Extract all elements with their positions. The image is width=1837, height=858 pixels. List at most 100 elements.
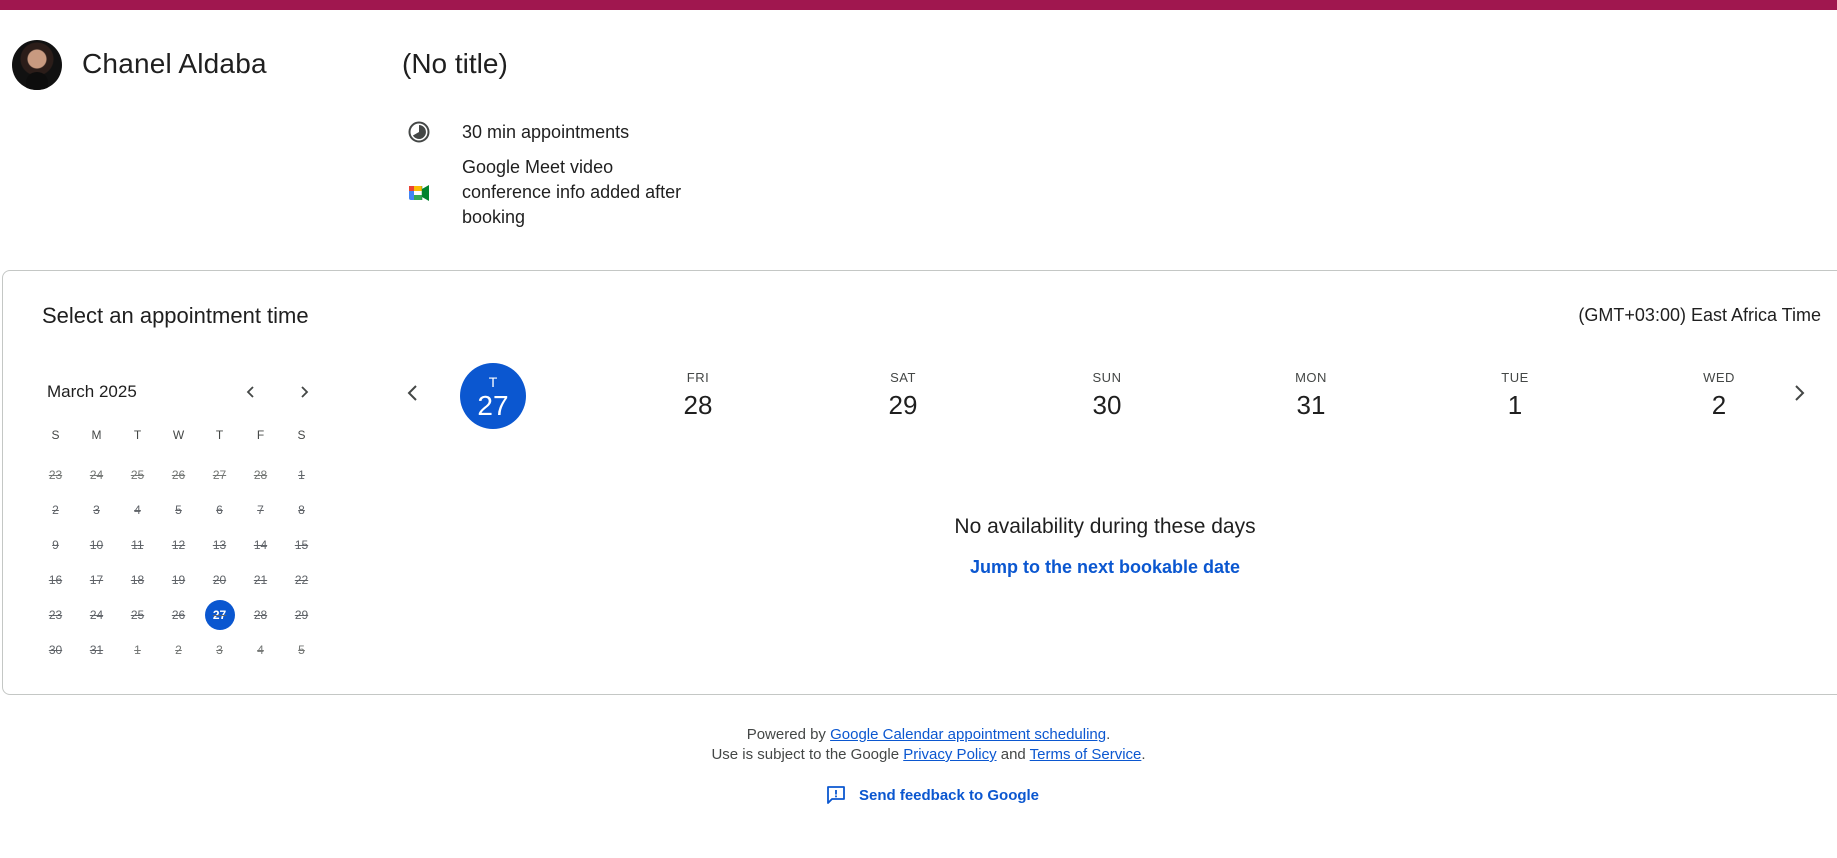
mini-calendar-day[interactable]: 13	[199, 527, 240, 562]
weekday-header: S	[297, 428, 306, 442]
weekday-header: M	[91, 428, 102, 442]
mini-calendar-day[interactable]: 26	[158, 597, 199, 632]
mini-calendar-day[interactable]: 31	[76, 632, 117, 667]
mini-calendar-day[interactable]: 12	[158, 527, 199, 562]
mini-calendar-day[interactable]: 30	[35, 632, 76, 667]
mini-calendar-day[interactable]: 16	[35, 562, 76, 597]
mini-calendar-day-label: 30	[48, 642, 63, 657]
mini-calendar-day[interactable]: 4	[240, 632, 281, 667]
mini-calendar-day-label: 21	[253, 572, 268, 587]
footer-text: Use is subject to the Google	[711, 746, 904, 763]
mini-calendar-day[interactable]: 27	[199, 597, 240, 632]
mini-calendar-prev-button[interactable]	[238, 379, 264, 405]
google-meet-icon	[409, 185, 429, 201]
day-of-week: FRI	[686, 370, 710, 385]
mini-calendar-day-label: 20	[212, 572, 227, 587]
timezone-selector[interactable]: (GMT+03:00) East Africa Time	[1578, 305, 1821, 326]
mini-calendar-day-label: 1	[298, 467, 305, 482]
mini-calendar-day-label: 24	[89, 607, 104, 622]
mini-calendar-day[interactable]: 11	[117, 527, 158, 562]
mini-calendar-day-label: 28	[253, 467, 268, 482]
mini-calendar-day[interactable]: 26	[158, 457, 199, 492]
event-title: (No title)	[402, 48, 508, 79]
mini-calendar-day[interactable]: 1	[281, 457, 322, 492]
day-of-week: WED	[1703, 370, 1735, 385]
send-feedback-label: Send feedback to Google	[859, 786, 1040, 804]
mini-calendar-day-label: 6	[216, 502, 223, 517]
mini-calendar-day[interactable]: 3	[199, 632, 240, 667]
mini-calendar-day[interactable]: 28	[240, 457, 281, 492]
mini-calendar-day[interactable]: 18	[117, 562, 158, 597]
feedback-icon	[827, 786, 845, 804]
mini-calendar-day-label: 12	[171, 537, 186, 552]
mini-calendar-day-label: 7	[257, 502, 264, 517]
mini-calendar-day[interactable]: 21	[240, 562, 281, 597]
footer-text: and	[996, 746, 1030, 763]
mini-calendar-day[interactable]: 6	[199, 492, 240, 527]
mini-calendar-day-label: 10	[89, 537, 104, 552]
mini-calendar-day[interactable]: 23	[35, 457, 76, 492]
day-number: 2	[1711, 390, 1727, 420]
week-prev-button[interactable]	[398, 378, 428, 408]
footer-text: Powered by	[746, 726, 831, 743]
day-column[interactable]: SAT 29	[858, 370, 948, 421]
duration-text: 30 min appointments	[462, 122, 630, 142]
mini-calendar-day[interactable]: 28	[240, 597, 281, 632]
day-column[interactable]: TUE 1	[1470, 370, 1560, 421]
conference-line: conference info added after	[462, 182, 682, 202]
mini-calendar-day[interactable]: 23	[35, 597, 76, 632]
day-number: 31	[1296, 390, 1326, 420]
mini-calendar-day[interactable]: 24	[76, 457, 117, 492]
appointment-scheduling-link[interactable]: Google Calendar appointment scheduling	[830, 726, 1106, 743]
mini-calendar-next-button[interactable]	[291, 379, 317, 405]
mini-calendar-day-label: 25	[130, 607, 145, 622]
mini-calendar-day[interactable]: 25	[117, 457, 158, 492]
mini-calendar-day[interactable]: 5	[281, 632, 322, 667]
mini-calendar-day-label: 24	[89, 467, 104, 482]
mini-calendar-day[interactable]: 7	[240, 492, 281, 527]
mini-calendar-day[interactable]: 22	[281, 562, 322, 597]
week-next-button[interactable]	[1784, 378, 1814, 408]
mini-calendar-day[interactable]: 29	[281, 597, 322, 632]
mini-calendar-day[interactable]: 14	[240, 527, 281, 562]
mini-calendar-day-label: 22	[294, 572, 309, 587]
send-feedback-button[interactable]: Send feedback to Google	[825, 784, 1039, 806]
day-column[interactable]: MON 31	[1266, 370, 1356, 421]
day-column-selected[interactable]: T 27	[460, 363, 526, 429]
terms-of-service-link[interactable]: Terms of Service	[1030, 746, 1142, 763]
mini-calendar-day[interactable]: 3	[76, 492, 117, 527]
mini-calendar-day[interactable]: 10	[76, 527, 117, 562]
mini-calendar-day-label: 5	[175, 502, 182, 517]
mini-calendar-day[interactable]: 25	[117, 597, 158, 632]
mini-calendar-day[interactable]: 20	[199, 562, 240, 597]
conference-info-text: Google Meet video conference info added …	[462, 155, 712, 230]
mini-calendar-day-label: 5	[298, 642, 305, 657]
day-of-week: T	[488, 374, 498, 390]
mini-calendar-day[interactable]: 15	[281, 527, 322, 562]
mini-calendar-day[interactable]: 17	[76, 562, 117, 597]
avatar	[12, 40, 62, 90]
mini-calendar-day-label: 8	[298, 502, 305, 517]
mini-calendar-day[interactable]: 8	[281, 492, 322, 527]
weekday-header: W	[172, 428, 185, 442]
day-column[interactable]: WED 2	[1674, 370, 1764, 421]
day-number: 30	[1092, 390, 1122, 420]
mini-calendar-day[interactable]: 9	[35, 527, 76, 562]
footer-powered-by: Powered by Google Calendar appointment s…	[0, 726, 1837, 743]
day-column[interactable]: SUN 30	[1062, 370, 1152, 421]
mini-calendar-day[interactable]: 24	[76, 597, 117, 632]
mini-calendar-day[interactable]: 2	[158, 632, 199, 667]
mini-calendar-day[interactable]: 5	[158, 492, 199, 527]
mini-calendar-day-label: 19	[171, 572, 186, 587]
mini-calendar-day[interactable]: 19	[158, 562, 199, 597]
mini-calendar-day-label: 2	[175, 642, 182, 657]
privacy-policy-link[interactable]: Privacy Policy	[903, 746, 996, 763]
jump-next-bookable-link[interactable]: Jump to the next bookable date	[905, 557, 1305, 578]
mini-calendar-day[interactable]: 27	[199, 457, 240, 492]
mini-calendar-day[interactable]: 4	[117, 492, 158, 527]
booking-heading: Select an appointment time	[42, 303, 309, 328]
mini-calendar-day[interactable]: 2	[35, 492, 76, 527]
footer-text: .	[1141, 746, 1146, 763]
mini-calendar-day[interactable]: 1	[117, 632, 158, 667]
day-column[interactable]: FRI 28	[653, 370, 743, 421]
